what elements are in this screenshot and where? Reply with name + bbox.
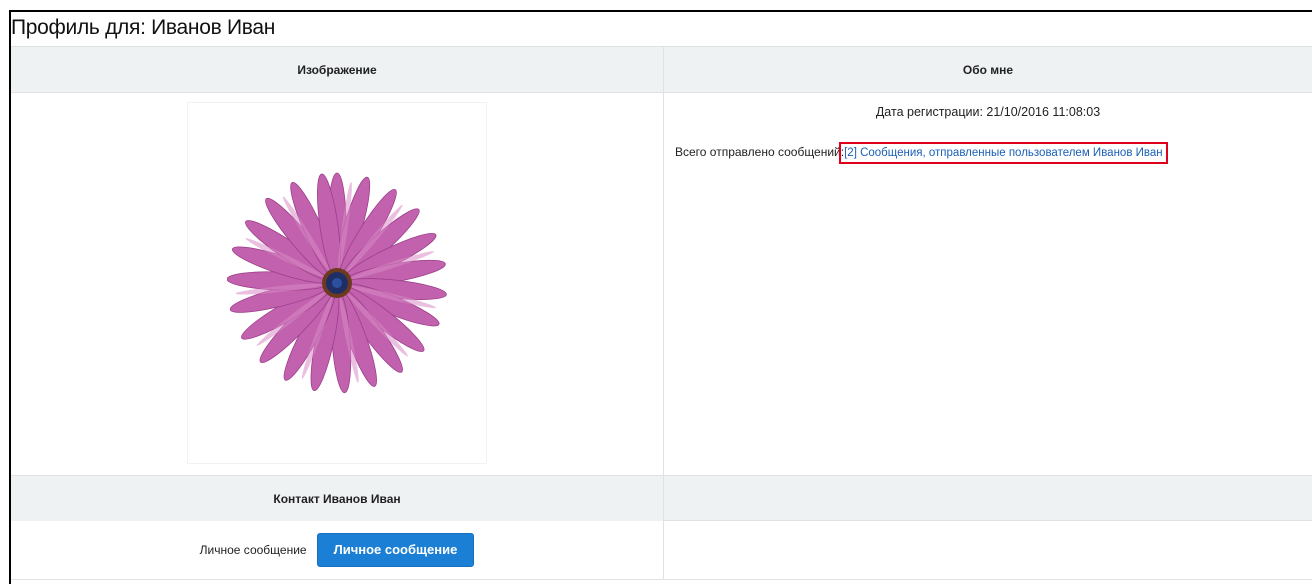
private-message-button[interactable]: Личное сообщение: [316, 533, 475, 567]
about-cell: Дата регистрации: 21/10/2016 11:08:03 Вс…: [664, 93, 1312, 475]
daisy-flower-image: [227, 172, 447, 394]
image-column-header: Изображение: [11, 47, 664, 92]
avatar-cell: [11, 93, 664, 475]
private-message-cell: Личное сообщение Личное сообщение: [11, 521, 664, 579]
messages-count: Всего отправлено сообщений:[2] Сообщения…: [675, 142, 1168, 164]
user-messages-link[interactable]: [2] Сообщения, отправленные пользователе…: [839, 142, 1168, 164]
contact-header-empty: [664, 476, 1312, 520]
page-title: Профиль для: Иванов Иван: [11, 16, 276, 39]
contact-header: Контакт Иванов Иван: [11, 476, 664, 521]
about-column-header: Обо мне: [664, 47, 1312, 92]
profile-body-row: Дата регистрации: 21/10/2016 11:08:03 Вс…: [11, 93, 1312, 476]
avatar: [188, 103, 486, 463]
registration-date: Дата регистрации: 21/10/2016 11:08:03: [875, 105, 1101, 119]
private-message-row: Личное сообщение Личное сообщение: [11, 521, 1312, 580]
contact-header-row: Контакт Иванов Иван: [11, 476, 1312, 521]
private-message-empty: [664, 521, 1312, 579]
header-row: Изображение Обо мне: [11, 46, 1312, 93]
profile-table: Изображение Обо мне Дата регистрации: 21…: [11, 46, 1312, 580]
private-message-label: Личное сообщение: [199, 543, 307, 557]
messages-label: Всего отправлено сообщений:: [675, 145, 845, 159]
